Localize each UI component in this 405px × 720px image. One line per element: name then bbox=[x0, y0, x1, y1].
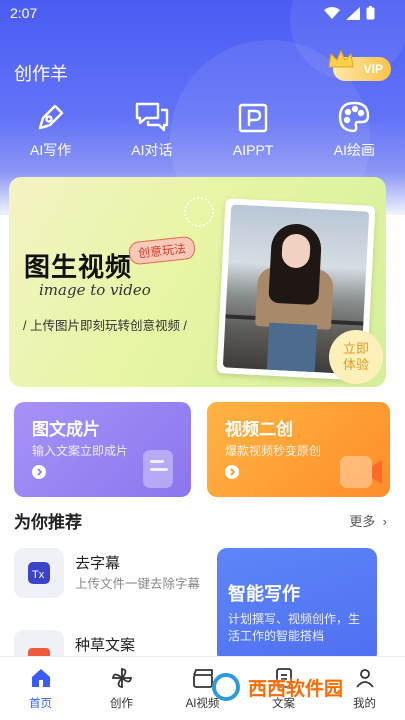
more-label: 更多 bbox=[349, 514, 376, 529]
banner-subtitle: / 上传图片即刻玩转创意视频 / bbox=[23, 319, 187, 333]
promo-banner[interactable]: 图生视频 创意玩法 image to video / 上传图片即刻玩转创意视频 … bbox=[9, 177, 386, 387]
tool-ai-painting[interactable]: AI绘画 bbox=[304, 98, 405, 160]
document-icon bbox=[143, 450, 173, 488]
tool-ai-writing[interactable]: AI写作 bbox=[0, 98, 101, 160]
rec-name: 种草文案 bbox=[75, 637, 136, 654]
card-title: 图文成片 bbox=[32, 420, 100, 439]
arrow-right-icon bbox=[32, 465, 46, 479]
palette-icon bbox=[339, 101, 370, 133]
watermark: 西西软件园 bbox=[208, 672, 343, 702]
signal-icon bbox=[346, 6, 360, 20]
home-icon bbox=[31, 669, 50, 687]
write-card-desc: 计划撰写、视频创作，生活工作的智能搭档 bbox=[228, 612, 361, 643]
status-bar: 2:07 bbox=[0, 0, 405, 28]
more-link[interactable]: 更多 › bbox=[349, 511, 387, 530]
rec-item-remove-subtitles[interactable]: Tx 去字幕 上传文件一键去除字幕 bbox=[14, 548, 204, 608]
chat-icon bbox=[135, 102, 169, 132]
card-subtitle: 爆款视频秒变原创 bbox=[225, 444, 322, 458]
banner-title: 图生视频 bbox=[24, 252, 133, 282]
tool-row: AI写作 AI对话 AIPPT AI绘画 bbox=[0, 98, 405, 160]
ppt-icon bbox=[238, 103, 268, 133]
video-camera-icon bbox=[340, 456, 382, 488]
section-title: 为你推荐 bbox=[14, 513, 82, 532]
pinwheel-icon bbox=[111, 667, 132, 689]
try-line-1: 立即 bbox=[342, 341, 369, 356]
tool-ai-chat[interactable]: AI对话 bbox=[101, 98, 202, 160]
user-icon bbox=[355, 669, 374, 688]
chevron-right-icon: › bbox=[379, 514, 387, 529]
write-card-title: 智能写作 bbox=[228, 584, 300, 604]
tool-label: AI对话 bbox=[131, 142, 173, 158]
bottom-nav: 首页 创作 AI视频 文案 我的 bbox=[0, 656, 405, 720]
nav-create[interactable]: 创作 bbox=[81, 657, 162, 720]
rec-desc: 上传文件一键去除字幕 bbox=[75, 577, 201, 591]
tool-label: AIPPT bbox=[232, 142, 274, 158]
vip-label: VIP bbox=[363, 62, 383, 76]
pen-icon bbox=[38, 104, 63, 130]
crown-icon bbox=[328, 49, 354, 68]
watermark-text: 西西软件园 bbox=[248, 678, 344, 700]
banner-script-text: image to video bbox=[39, 281, 151, 299]
rec-name: 去字幕 bbox=[75, 555, 121, 572]
status-icons bbox=[324, 6, 375, 20]
tool-ai-ppt[interactable]: AIPPT bbox=[203, 98, 304, 160]
nav-label: 首页 bbox=[29, 698, 52, 710]
rec-icon-bg: Tx bbox=[14, 548, 64, 598]
nav-home[interactable]: 首页 bbox=[0, 657, 81, 720]
try-line-2: 体验 bbox=[342, 357, 369, 372]
vip-button[interactable]: VIP bbox=[328, 49, 391, 81]
nav-label: 创作 bbox=[110, 698, 133, 710]
wifi-icon bbox=[324, 6, 340, 19]
sparkle-decor bbox=[184, 197, 214, 227]
app-title: 创作羊 bbox=[14, 64, 68, 84]
card-title: 视频二创 bbox=[225, 420, 293, 439]
tool-label: AI绘画 bbox=[333, 142, 375, 158]
subtitle-remove-icon: Tx bbox=[28, 562, 50, 584]
card-subtitle: 输入文案立即成片 bbox=[32, 444, 129, 458]
watermark-logo-icon bbox=[212, 673, 240, 701]
nav-label: 我的 bbox=[353, 698, 376, 710]
status-time: 2:07 bbox=[10, 5, 38, 21]
svg-text:Tx: Tx bbox=[32, 569, 45, 581]
battery-icon bbox=[366, 6, 375, 20]
arrow-right-icon bbox=[225, 465, 239, 479]
try-now-button[interactable]: 立即 体验 bbox=[329, 330, 383, 384]
video-remix-card[interactable]: 视频二创 爆款视频秒变原创 bbox=[207, 402, 390, 497]
banner-tag: 创意玩法 bbox=[127, 235, 197, 266]
smart-writing-card[interactable]: 智能写作 计划撰写、视频创作，生活工作的智能搭档 bbox=[217, 548, 377, 663]
tool-label: AI写作 bbox=[30, 142, 72, 158]
image-text-card[interactable]: 图文成片 输入文案立即成片 bbox=[14, 402, 191, 497]
